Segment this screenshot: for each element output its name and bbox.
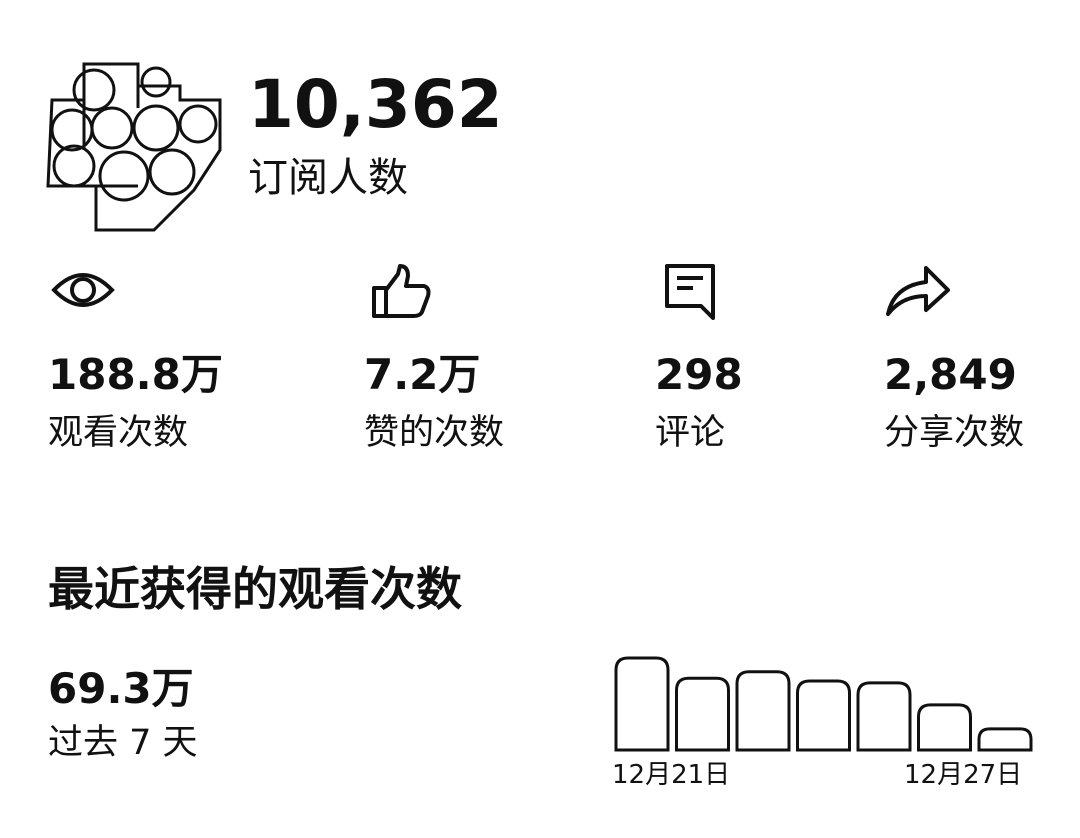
likes-label: 赞的次数	[364, 413, 505, 453]
chart-bar-1	[614, 656, 670, 752]
eye-icon	[51, 273, 115, 307]
chart-bar-4	[796, 679, 851, 752]
chart-bar-6	[917, 703, 972, 752]
channel-avatar[interactable]	[44, 60, 226, 238]
likes-value: 7.2万	[364, 350, 481, 399]
recent-views-period: 过去 7 天	[48, 723, 198, 763]
chart-first-date-label: 12月21日	[612, 760, 731, 790]
shares-label: 分享次数	[884, 413, 1025, 453]
chart-bar-2	[675, 676, 730, 752]
chart-bar-5	[856, 681, 912, 752]
chart-bar-3	[735, 670, 791, 752]
views-label: 观看次数	[48, 413, 189, 453]
comments-label: 评论	[655, 413, 726, 453]
stat-views[interactable]: 188.8万 观看次数	[48, 262, 288, 462]
comments-value: 298	[655, 350, 743, 399]
chart-last-date-label: 12月27日	[904, 760, 1023, 790]
comment-icon	[665, 264, 715, 320]
subscriber-count: 10,362	[248, 66, 503, 143]
recent-views-title: 最近获得的观看次数	[48, 562, 462, 616]
thumbs-up-icon	[372, 264, 431, 318]
stat-likes[interactable]: 7.2万 赞的次数	[364, 262, 604, 462]
stat-comments[interactable]: 298 评论	[655, 262, 895, 462]
shares-value: 2,849	[884, 350, 1017, 399]
recent-views-value: 69.3万	[48, 664, 194, 713]
share-icon	[886, 266, 950, 316]
chart-bar-7	[977, 727, 1033, 752]
stat-shares[interactable]: 2,849 分享次数	[884, 262, 1080, 462]
views-value: 188.8万	[48, 350, 223, 399]
subscriber-label: 订阅人数	[248, 155, 408, 201]
